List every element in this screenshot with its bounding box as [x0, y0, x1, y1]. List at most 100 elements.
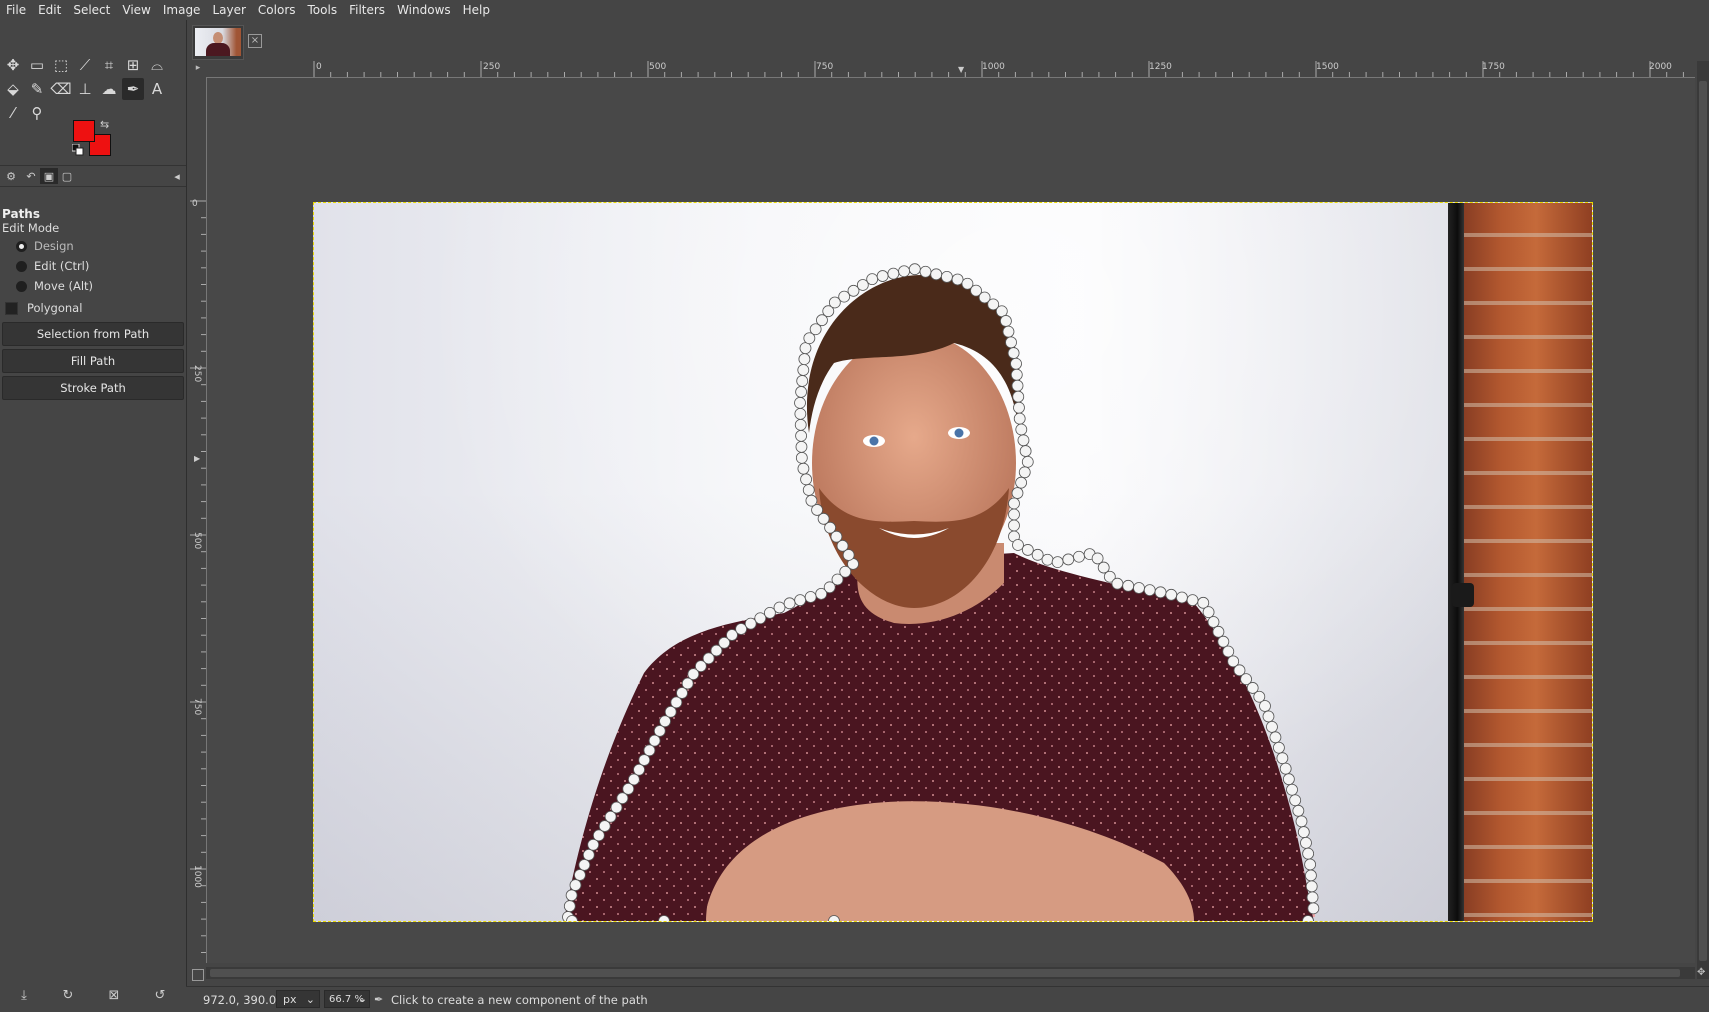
crop-tool-icon[interactable]: ⌗ — [98, 54, 120, 76]
undo-history-tab-icon[interactable]: ↶ — [22, 168, 40, 184]
path-anchor[interactable] — [1305, 869, 1317, 882]
path-anchor[interactable] — [794, 396, 806, 409]
foreground-color-swatch[interactable] — [73, 120, 95, 142]
free-select-tool-icon[interactable]: ⬚ — [50, 54, 72, 76]
path-anchor[interactable] — [563, 900, 576, 913]
path-anchor[interactable] — [1154, 586, 1167, 599]
selection-from-path-button[interactable]: Selection from Path — [2, 322, 184, 346]
stroke-path-button[interactable]: Stroke Path — [2, 376, 184, 400]
path-anchor[interactable] — [804, 591, 817, 603]
color-picker-tool-icon[interactable]: ⁄ — [2, 102, 24, 124]
path-anchor[interactable] — [1292, 804, 1305, 817]
path-anchor[interactable] — [1011, 379, 1024, 392]
path-anchor[interactable] — [1015, 423, 1028, 436]
path-anchor[interactable] — [565, 889, 578, 902]
mode-edit-radio[interactable]: Edit (Ctrl) — [16, 257, 89, 275]
path-anchor[interactable] — [1062, 553, 1075, 566]
path-anchor[interactable] — [876, 270, 889, 282]
path-anchor[interactable] — [866, 273, 879, 286]
path-anchor[interactable] — [1212, 625, 1225, 638]
menu-view[interactable]: View — [116, 0, 156, 20]
mode-design-radio[interactable]: Design — [16, 237, 74, 255]
path-anchor[interactable] — [773, 601, 786, 614]
path-anchor[interactable] — [1300, 836, 1312, 849]
paths-tool-icon[interactable]: ✒ — [122, 78, 144, 100]
vertical-scrollbar[interactable] — [1697, 61, 1709, 979]
path-anchor[interactable] — [1002, 325, 1015, 338]
vertical-scrollbar-thumb[interactable] — [1699, 81, 1707, 961]
path-anchor[interactable] — [796, 375, 809, 387]
path-anchor[interactable] — [574, 869, 586, 881]
path-anchor[interactable] — [940, 270, 953, 283]
path-anchor[interactable] — [1217, 635, 1230, 648]
path-anchor[interactable] — [569, 879, 582, 891]
menu-image[interactable]: Image — [157, 0, 207, 20]
path-anchor[interactable] — [1012, 390, 1025, 403]
path-anchor[interactable] — [1289, 794, 1302, 807]
save-options-icon[interactable]: ⤓ — [16, 988, 32, 1004]
zoom-selector[interactable]: 66.7 % ⌄ — [324, 990, 370, 1008]
path-anchor[interactable] — [1019, 445, 1032, 457]
path-anchor[interactable] — [1266, 720, 1278, 733]
path-anchor[interactable] — [795, 429, 807, 442]
menu-windows[interactable]: Windows — [391, 0, 457, 20]
path-anchor[interactable] — [1273, 741, 1285, 754]
menu-filters[interactable]: Filters — [343, 0, 391, 20]
delete-options-icon[interactable]: ⊠ — [106, 988, 122, 1004]
dock-menu-icon[interactable]: ◂ — [168, 168, 186, 184]
paintbrush-tool-icon[interactable]: ✎ — [26, 78, 48, 100]
close-tab-icon[interactable]: × — [248, 34, 262, 48]
path-anchor[interactable] — [1295, 815, 1308, 828]
path-anchor[interactable] — [1269, 731, 1282, 744]
path-anchor[interactable] — [783, 597, 796, 610]
path-anchor[interactable] — [1282, 773, 1295, 786]
menu-edit[interactable]: Edit — [32, 0, 67, 20]
path-anchor[interactable] — [1111, 577, 1124, 590]
path-anchor[interactable] — [1302, 847, 1315, 860]
path-anchor[interactable] — [1176, 591, 1188, 604]
path-anchor[interactable] — [1306, 891, 1319, 904]
path-anchor[interactable] — [798, 353, 811, 365]
menu-layer[interactable]: Layer — [206, 0, 251, 20]
path-anchor[interactable] — [802, 484, 815, 496]
path-anchor[interactable] — [898, 265, 910, 278]
menu-select[interactable]: Select — [67, 0, 116, 20]
path-anchor[interactable] — [1122, 579, 1135, 592]
vertical-ruler[interactable]: 0 250 500 750 1000 ▶ — [190, 77, 207, 963]
restore-options-icon[interactable]: ↻ — [60, 988, 76, 1004]
horizontal-scrollbar[interactable] — [206, 967, 1695, 979]
unified-transform-tool-icon[interactable]: ⊞ — [122, 54, 144, 76]
navigate-icon[interactable]: ✥ — [1697, 967, 1709, 979]
path-anchor[interactable] — [1011, 487, 1024, 499]
quick-mask-icon[interactable] — [192, 969, 204, 981]
path-anchor[interactable] — [1021, 544, 1034, 556]
path-anchor[interactable] — [800, 473, 812, 486]
rect-select-tool-icon[interactable]: ▭ — [26, 54, 48, 76]
images-tab-icon[interactable]: ▣ — [40, 168, 58, 184]
path-anchor[interactable] — [1222, 645, 1235, 658]
path-anchor[interactable] — [735, 623, 748, 635]
path-anchor[interactable] — [1305, 880, 1318, 893]
path-anchor[interactable] — [1015, 476, 1028, 489]
path-anchor[interactable] — [653, 725, 666, 737]
menu-file[interactable]: File — [0, 0, 32, 20]
image-tab[interactable] — [192, 25, 244, 60]
path-anchor[interactable] — [1018, 466, 1031, 479]
path-anchor[interactable] — [794, 594, 807, 607]
path-anchor[interactable] — [1276, 752, 1289, 765]
path-anchor[interactable] — [799, 342, 812, 355]
path-anchor[interactable] — [648, 734, 661, 747]
image-layer[interactable] — [313, 202, 1593, 922]
path-anchor[interactable] — [763, 606, 776, 619]
path-anchor[interactable] — [1165, 588, 1178, 601]
path-anchor[interactable] — [1262, 710, 1275, 723]
bucket-fill-tool-icon[interactable]: ⬙ — [2, 78, 24, 100]
path-anchor[interactable] — [1031, 548, 1044, 561]
path-anchor[interactable] — [638, 754, 651, 766]
path-anchor[interactable] — [1073, 550, 1085, 563]
fuzzy-select-tool-icon[interactable]: ⟋ — [74, 54, 96, 76]
text-tool-icon[interactable]: A — [146, 78, 168, 100]
path-anchor[interactable] — [1012, 539, 1024, 551]
path-anchor[interactable] — [1013, 401, 1025, 414]
path-anchor[interactable] — [797, 364, 810, 376]
